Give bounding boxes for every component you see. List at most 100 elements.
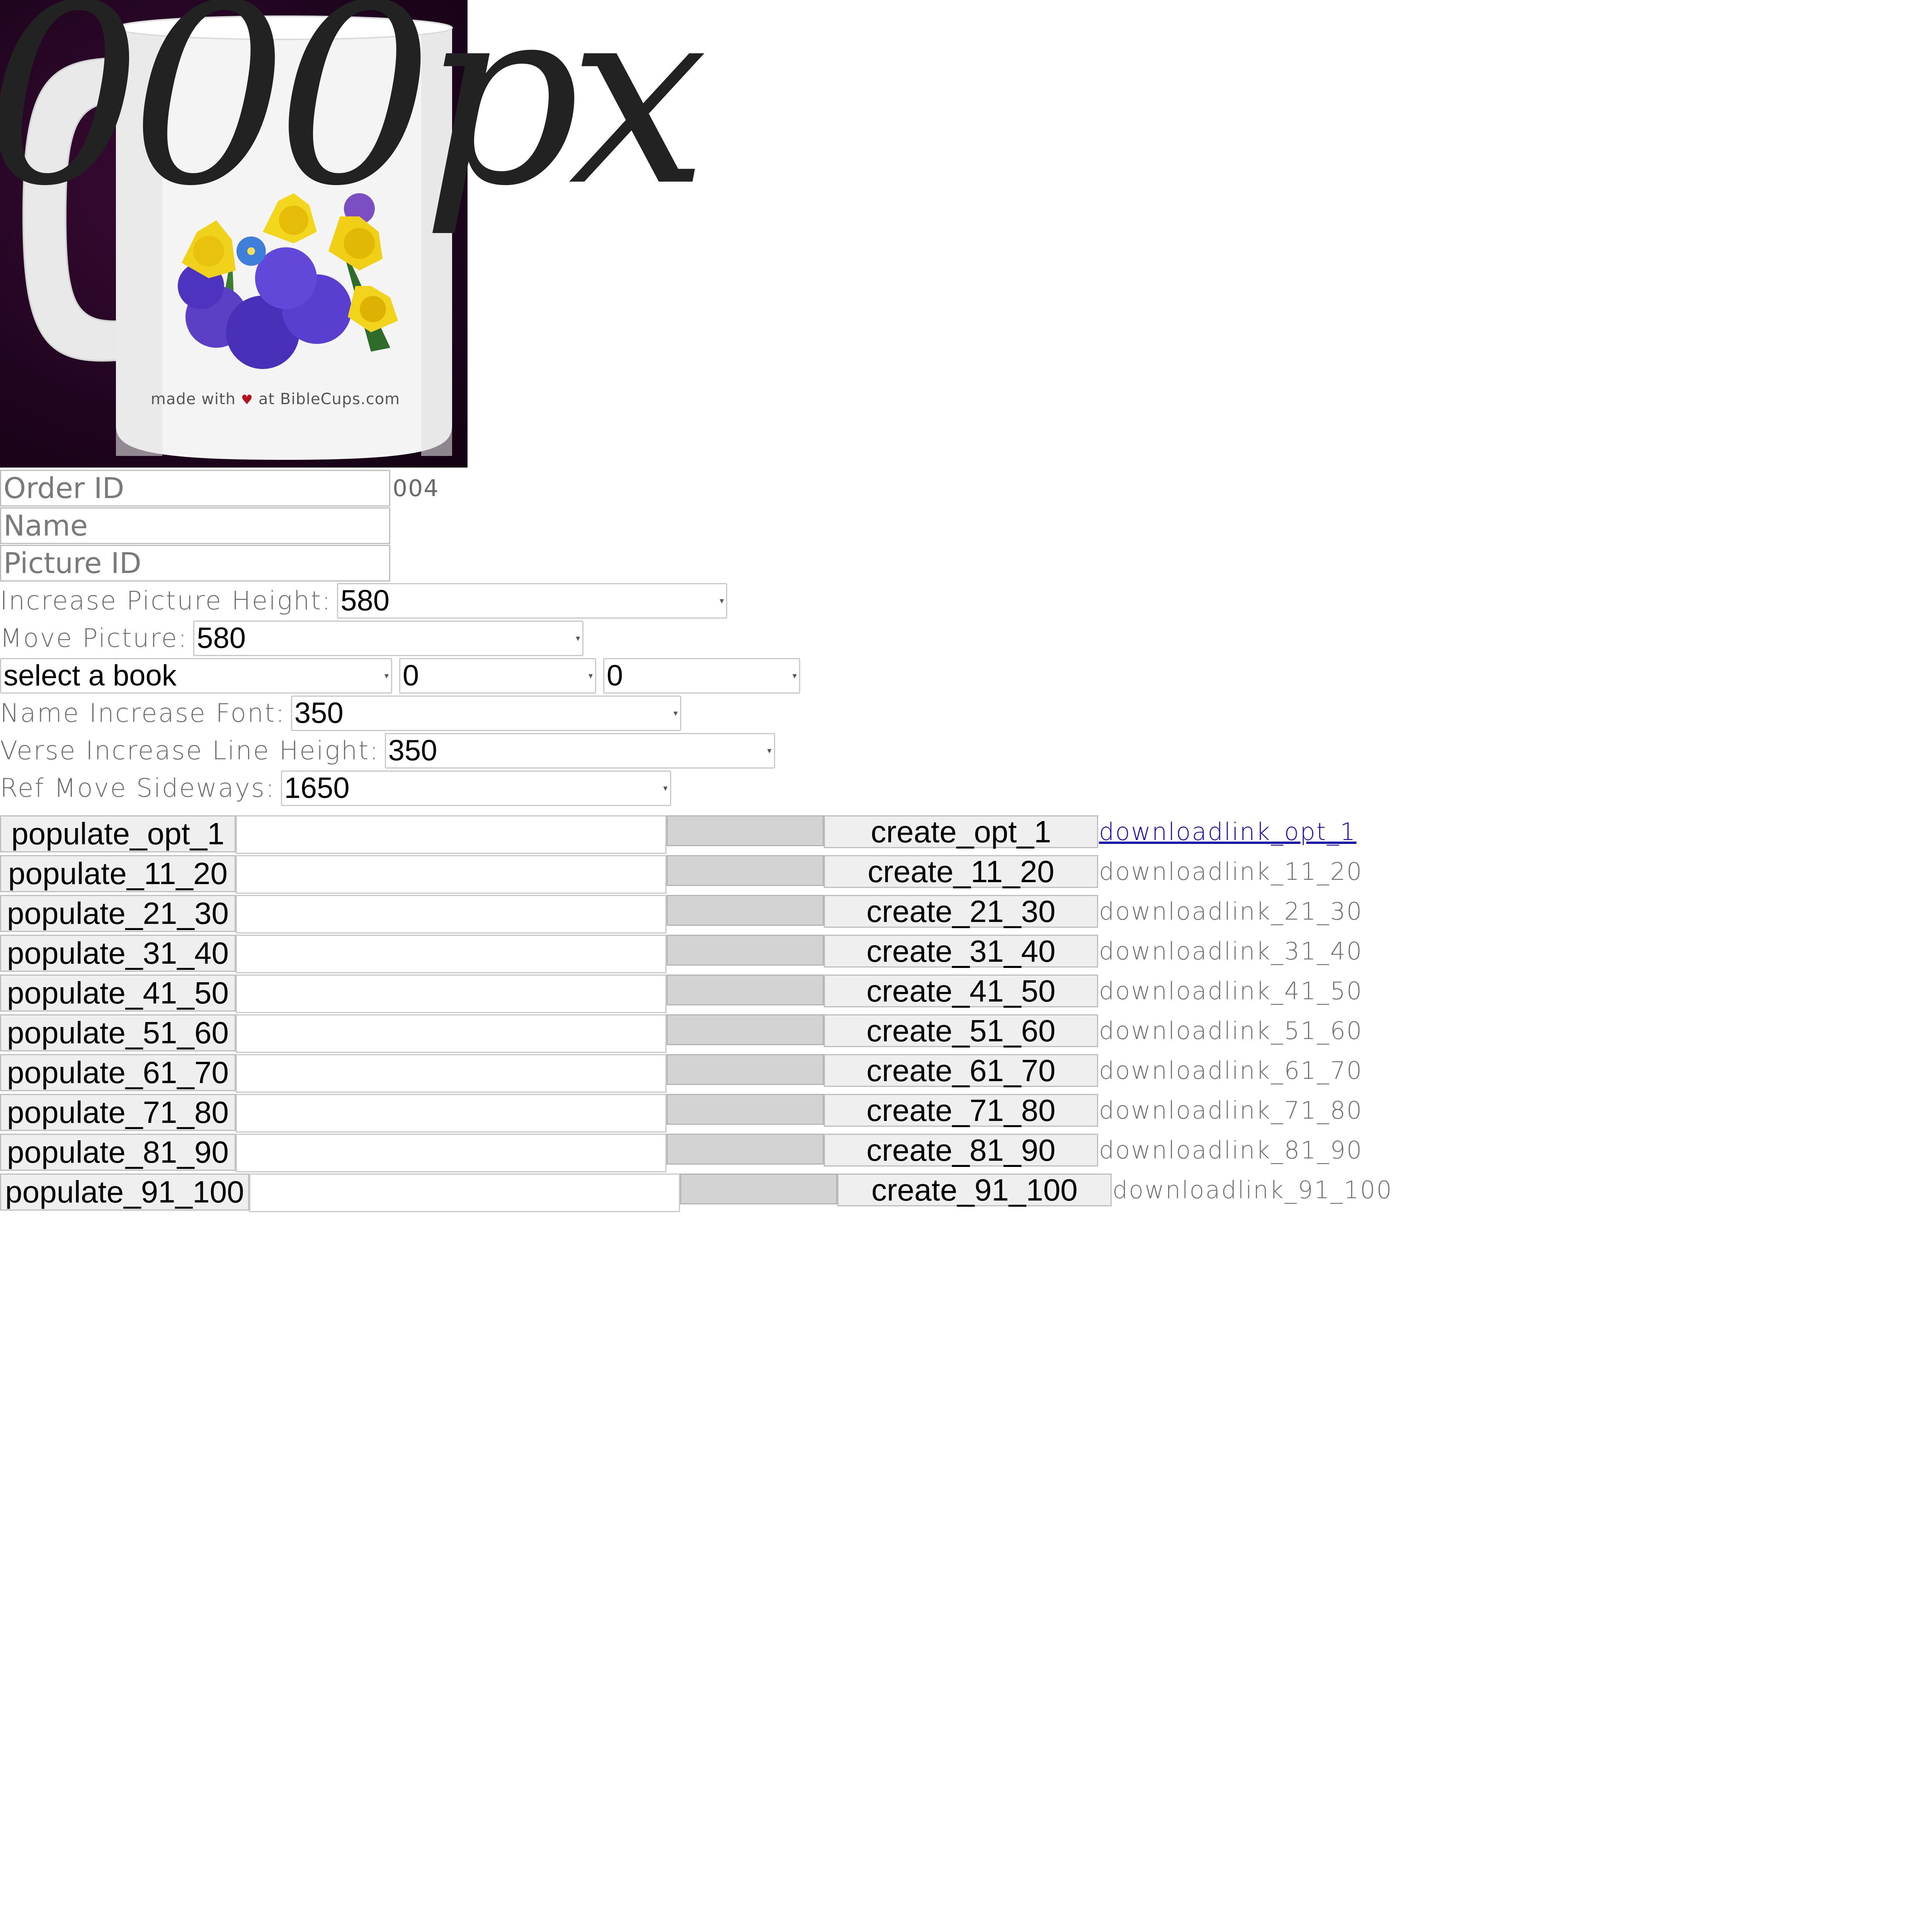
mug-settings-form: Order ID 004 Name Picture ID Increase Pi… (0, 469, 1623, 807)
name-row: Name (0, 507, 1623, 544)
populate-button[interactable]: populate_61_70 (0, 1054, 236, 1091)
batch-text-field[interactable] (249, 1173, 680, 1212)
name-increase-font-label: Name Increase Font: (0, 698, 286, 728)
create-button[interactable]: create_81_90 (824, 1133, 1098, 1167)
file-chooser-box[interactable] (667, 1054, 824, 1085)
chevron-down-icon: ▾ (663, 783, 668, 793)
ref-move-sideways-label: Ref Move Sideways: (0, 773, 276, 803)
action-row: populate_41_50 create_41_50 downloadlink… (0, 974, 1393, 1014)
batch-text-field[interactable] (236, 895, 667, 934)
batch-text-field[interactable] (236, 1134, 667, 1172)
batch-text-field[interactable] (236, 935, 667, 973)
chevron-down-icon: ▾ (767, 745, 772, 755)
populate-button[interactable]: populate_31_40 (0, 935, 236, 972)
batch-text-field[interactable] (236, 1094, 667, 1133)
action-row: populate_11_20 create_11_20 downloadlink… (0, 854, 1393, 895)
watermark-text: made with ♥ at BibleCups.com (151, 390, 400, 408)
move-picture-select[interactable]: 580 ▾ (193, 620, 584, 656)
create-button[interactable]: create_61_70 (824, 1053, 1098, 1088)
download-label: downloadlink_91_100 (1112, 1176, 1393, 1204)
increase-picture-height-select[interactable]: 580 ▾ (337, 583, 728, 619)
ref-move-sideways-row: Ref Move Sideways: 1650 ▾ (0, 769, 1623, 807)
name-input[interactable]: Name (0, 507, 390, 544)
create-button[interactable]: create_51_60 (824, 1014, 1098, 1048)
increase-picture-height-row: Increase Picture Height: 580 ▾ (0, 582, 1623, 619)
download-label: downloadlink_51_60 (1099, 1017, 1363, 1045)
batch-text-field[interactable] (236, 1014, 667, 1053)
file-chooser-box[interactable] (667, 1094, 824, 1125)
file-chooser-box[interactable] (667, 855, 824, 886)
create-button[interactable]: create_21_30 (824, 894, 1098, 929)
chapter-select[interactable]: 0 ▾ (399, 658, 596, 694)
download-label: downloadlink_41_50 (1099, 977, 1363, 1005)
populate-button[interactable]: populate_51_60 (0, 1014, 236, 1051)
download-label: downloadlink_61_70 (1099, 1056, 1363, 1085)
chevron-down-icon: ▾ (673, 708, 678, 718)
action-row: populate_31_40 create_31_40 downloadlink… (0, 934, 1393, 975)
action-row: populate_21_30 create_21_30 downloadlink… (0, 894, 1393, 935)
action-row: populate_61_70 create_61_70 downloadlink… (0, 1053, 1393, 1094)
create-button[interactable]: create_opt_1 (824, 815, 1098, 849)
increase-picture-height-label: Increase Picture Height: (0, 586, 332, 616)
create-button[interactable]: create_31_40 (824, 934, 1098, 968)
chevron-down-icon: ▾ (719, 595, 724, 605)
create-button[interactable]: create_41_50 (824, 974, 1098, 1008)
populate-button[interactable]: populate_opt_1 (0, 815, 236, 852)
populate-button[interactable]: populate_81_90 (0, 1134, 236, 1171)
file-chooser-box[interactable] (667, 1134, 824, 1165)
file-chooser-box[interactable] (667, 895, 824, 926)
page: made with ♥ at BibleCups.com 000px Order… (0, 0, 1932, 1932)
create-button[interactable]: create_91_100 (837, 1173, 1112, 1207)
create-button[interactable]: create_11_20 (824, 854, 1098, 889)
batch-text-field[interactable] (236, 975, 667, 1013)
create-button[interactable]: create_71_80 (824, 1093, 1098, 1128)
verse-increase-line-height-select[interactable]: 350 ▾ (384, 733, 775, 769)
book-select[interactable]: select a book ▾ (0, 658, 392, 694)
picture-id-input[interactable]: Picture ID (0, 545, 390, 582)
batch-text-field[interactable] (236, 1054, 667, 1093)
file-chooser-box[interactable] (667, 1014, 824, 1045)
order-id-input[interactable]: Order ID (0, 470, 390, 507)
download-label: downloadlink_11_20 (1099, 857, 1363, 886)
order-id-value: 004 (393, 474, 439, 502)
verse-increase-line-height-label: Verse Increase Line Height: (0, 736, 379, 765)
action-row: populate_51_60 create_51_60 downloadlink… (0, 1014, 1393, 1054)
chevron-down-icon: ▾ (588, 670, 593, 680)
populate-button[interactable]: populate_91_100 (0, 1173, 249, 1211)
verse-increase-line-height-row: Verse Increase Line Height: 350 ▾ (0, 732, 1623, 769)
batch-text-field[interactable] (236, 815, 667, 854)
file-chooser-box[interactable] (667, 935, 824, 966)
heart-icon: ♥ (241, 392, 253, 408)
populate-button[interactable]: populate_21_30 (0, 895, 236, 932)
action-row: populate_71_80 create_71_80 downloadlink… (0, 1093, 1393, 1134)
order-id-row: Order ID 004 (0, 469, 1623, 507)
chevron-down-icon: ▾ (384, 670, 389, 680)
file-chooser-box[interactable] (680, 1173, 837, 1204)
action-row: populate_opt_1 create_opt_1 downloadlink… (0, 815, 1393, 855)
move-picture-row: Move Picture: 580 ▾ (0, 619, 1623, 657)
verse-select-row: select a book ▾ 0 ▾ 0 ▾ (0, 657, 1623, 694)
verse-select[interactable]: 0 ▾ (603, 658, 800, 694)
download-label: downloadlink_31_40 (1099, 937, 1363, 965)
action-row: populate_81_90 create_81_90 downloadlink… (0, 1133, 1393, 1173)
download-link[interactable]: downloadlink_opt_1 (1099, 818, 1357, 846)
chevron-down-icon: ▾ (792, 670, 797, 680)
populate-button[interactable]: populate_11_20 (0, 855, 236, 892)
picture-id-row: Picture ID (0, 544, 1623, 582)
download-label: downloadlink_21_30 (1099, 897, 1363, 925)
action-row: populate_91_100 create_91_100 downloadli… (0, 1173, 1393, 1213)
populate-button[interactable]: populate_41_50 (0, 975, 236, 1012)
file-chooser-box[interactable] (667, 975, 824, 1005)
ref-move-sideways-select[interactable]: 1650 ▾ (281, 770, 671, 806)
chevron-down-icon: ▾ (576, 633, 580, 643)
batch-text-field[interactable] (236, 855, 667, 894)
name-increase-font-select[interactable]: 350 ▾ (291, 695, 681, 731)
name-increase-font-row: Name Increase Font: 350 ▾ (0, 694, 1623, 732)
download-label: downloadlink_81_90 (1099, 1136, 1363, 1164)
batch-actions: populate_opt_1 create_opt_1 downloadlink… (0, 815, 1393, 1213)
file-chooser-box[interactable] (667, 815, 824, 846)
download-label: downloadlink_71_80 (1099, 1096, 1363, 1124)
mug-preview-image: made with ♥ at BibleCups.com (0, 0, 468, 468)
move-picture-label: Move Picture: (0, 623, 188, 653)
populate-button[interactable]: populate_71_80 (0, 1094, 236, 1131)
